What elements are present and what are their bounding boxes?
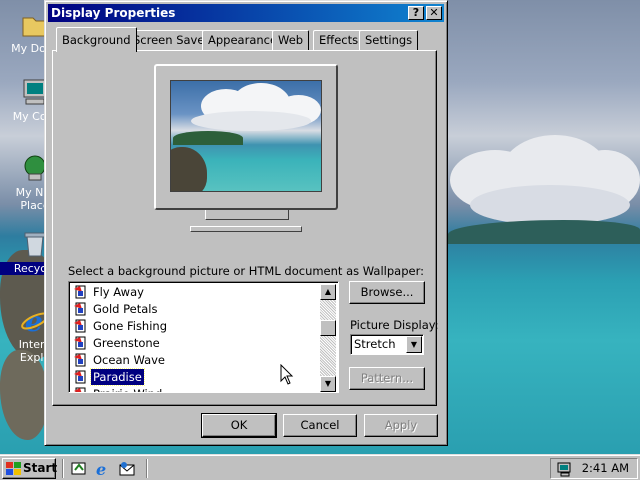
tab-label: Background [62, 33, 131, 47]
ok-button[interactable]: OK [201, 413, 277, 438]
monitor-base [190, 226, 302, 232]
tab-label: Effects [319, 33, 359, 47]
tab-background[interactable]: Background [56, 27, 137, 52]
close-icon: ✕ [429, 6, 439, 19]
system-tray: 2:41 AM [550, 458, 638, 479]
mouse-cursor-icon [280, 364, 294, 385]
tab-effects[interactable]: Effects [313, 30, 365, 51]
wallpaper-name: Prairie Wind [91, 386, 164, 392]
wallpaper-list-item[interactable]: Greenstone [73, 335, 313, 351]
wallpaper-name: Greenstone [93, 336, 160, 350]
cancel-button[interactable]: Cancel [283, 414, 357, 437]
wallpaper-file-icon [73, 285, 87, 299]
tab-settings[interactable]: Settings [359, 30, 419, 51]
apply-button[interactable]: Apply [364, 414, 438, 437]
tab-label: Screen Saver [133, 33, 210, 47]
wallpaper-name: Fly Away [93, 285, 144, 299]
tab-label: Web [278, 33, 304, 47]
wallpaper-file-icon [73, 370, 87, 384]
internet-explorer-icon[interactable]: e [94, 460, 112, 478]
picture-display-value: Stretch [354, 337, 396, 351]
monitor-neck [205, 210, 289, 220]
picture-display-select[interactable]: Stretch ▼ [350, 334, 424, 355]
wallpaper-list-item[interactable]: Paradise [73, 368, 313, 386]
start-label: Start [23, 461, 58, 475]
tab-web[interactable]: Web [272, 30, 310, 51]
wallpaper-file-icon [73, 387, 87, 392]
wallpaper-file-icon [73, 319, 87, 333]
windows-logo-icon [6, 462, 21, 475]
browse-button[interactable]: Browse... [349, 281, 425, 304]
wallpaper-list-item[interactable]: Prairie Wind [73, 386, 313, 392]
pattern-button[interactable]: Pattern... [349, 367, 425, 390]
start-button[interactable]: Start [2, 458, 58, 479]
wallpaper-label: Select a background picture or HTML docu… [68, 264, 424, 278]
vertical-scrollbar[interactable]: ▲ ▼ [320, 284, 336, 392]
wallpaper-list-item[interactable]: Gone Fishing [73, 318, 313, 334]
ok-button-label: OK [230, 418, 248, 432]
apply-button-label: Apply [384, 418, 418, 432]
wallpaper-name: Gone Fishing [93, 319, 168, 333]
tab-label: Appearance [208, 33, 278, 47]
tab-appearance[interactable]: Appearance [202, 30, 284, 51]
wallpaper-preview-monitor [154, 64, 338, 210]
wallpaper-preview-screen [170, 80, 322, 192]
outlook-express-icon[interactable] [118, 460, 136, 478]
wallpaper-file-icon [73, 336, 87, 350]
help-button[interactable]: ? [408, 6, 424, 20]
wallpaper-list-item[interactable]: Fly Away [73, 284, 313, 300]
scroll-down-button[interactable]: ▼ [320, 376, 336, 392]
close-button[interactable]: ✕ [426, 6, 442, 20]
wallpaper-list-item[interactable]: Ocean Wave [73, 352, 313, 368]
help-icon: ? [412, 6, 420, 19]
scroll-thumb[interactable] [320, 320, 336, 336]
clock[interactable]: 2:41 AM [582, 459, 629, 478]
tab-label: Settings [365, 33, 413, 47]
taskbar-divider [146, 459, 148, 478]
taskbar: Start e 2:41 AM [0, 454, 640, 480]
scroll-up-button[interactable]: ▲ [320, 284, 336, 300]
browse-button-label: Browse... [360, 285, 414, 299]
wallpaper-listbox[interactable]: Fly Away Gold Petals Gone Fishing Greenston… [68, 281, 339, 393]
wallpaper-file-icon [73, 302, 87, 316]
wallpaper-name: Ocean Wave [93, 353, 166, 367]
wallpaper-name: Gold Petals [93, 302, 158, 316]
pattern-button-label: Pattern... [360, 371, 414, 385]
chevron-down-icon[interactable]: ▼ [406, 336, 422, 353]
cancel-button-label: Cancel [300, 418, 340, 432]
taskbar-divider [62, 459, 64, 478]
title-bar[interactable]: Display Properties ? ✕ [48, 4, 444, 22]
svg-text:e: e [96, 460, 106, 478]
wallpaper-list-item[interactable]: Gold Petals [73, 301, 313, 317]
window-title: Display Properties [51, 6, 176, 20]
show-desktop-icon[interactable] [70, 460, 88, 478]
picture-display-label: Picture Display: [350, 318, 439, 332]
display-settings-icon[interactable] [557, 461, 573, 477]
wallpaper-name: Paradise [90, 368, 145, 386]
wallpaper-file-icon [73, 353, 87, 367]
